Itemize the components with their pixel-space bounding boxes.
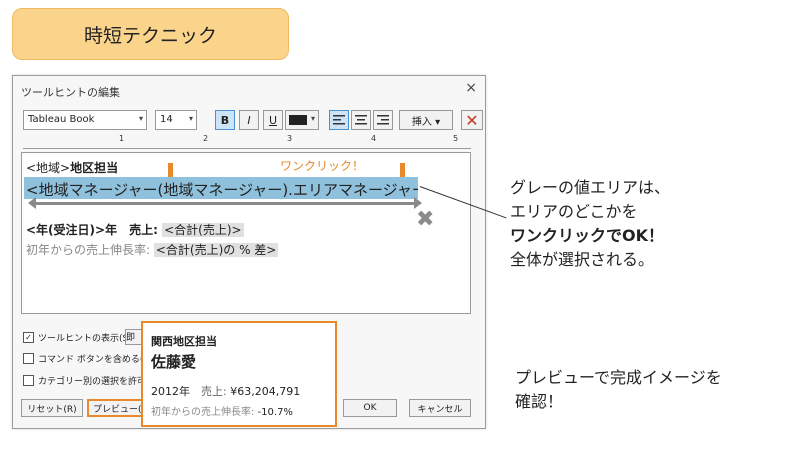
note-line: プレビューで完成イメージを [515, 368, 722, 387]
field-growth[interactable]: <合計(売上)の % 差> [153, 243, 279, 257]
ruler-number: 1 [119, 134, 125, 143]
ruler-number: 4 [371, 134, 377, 143]
font-select-value: Tableau Book [28, 114, 95, 125]
static-text: 地区担当 [70, 161, 119, 175]
reset-button[interactable]: リセット(R) [21, 399, 83, 417]
note-line: グレーの値エリアは、 [510, 178, 671, 197]
italic-button[interactable]: I [239, 110, 259, 130]
checkbox-label: カテゴリー別の選択を許可(A [38, 377, 156, 387]
allow-category-selection-checkbox[interactable]: カテゴリー別の選択を許可(A [23, 374, 156, 387]
include-command-buttons-checkbox[interactable]: コマンド ボタンを含める(I) [23, 352, 150, 365]
ruler-number: 2 [203, 134, 209, 143]
font-size-value: 14 [160, 114, 173, 125]
ruler-number: 5 [453, 134, 459, 143]
underline-button[interactable]: U [263, 110, 283, 130]
note-line: ワンクリックでOK！ [510, 226, 665, 245]
clear-icon[interactable]: ✕ [461, 110, 483, 130]
preview-sales-value: ¥63,204,791 [230, 385, 301, 398]
ok-button[interactable]: OK [343, 399, 397, 417]
checkbox[interactable]: ✓ [23, 332, 34, 343]
insert-button[interactable]: 挿入 ▾ [399, 110, 453, 130]
align-center-button[interactable] [351, 110, 371, 130]
editor-line-3: <年(受注日)>年 売上: <合計(売上)> [26, 221, 244, 238]
note-gray-area: グレーの値エリアは、 エリアのどこかを ワンクリックでOK！ 全体が選択される。 [510, 176, 670, 272]
preview-manager-name: 佐藤愛 [151, 353, 197, 371]
note-line: エリアのどこかを [510, 202, 638, 221]
font-select[interactable]: Tableau Book ▾ [23, 110, 147, 130]
preview-growth-label: 初年からの売上伸長率: [151, 407, 255, 418]
ruler: 1 2 3 4 5 [23, 134, 471, 149]
checkbox[interactable] [23, 375, 34, 386]
align-left-icon [333, 115, 345, 125]
preview-region: 関西地区担当 [151, 335, 217, 348]
chevron-down-icon: ▾ [188, 114, 193, 123]
page-title: 時短テクニック [83, 24, 217, 47]
note-preview: プレビューで完成イメージを 確認！ [515, 366, 722, 414]
checkbox[interactable] [23, 353, 34, 364]
page-title-badge: 時短テクニック [12, 8, 289, 60]
field-sales[interactable]: <合計(売上)> [162, 223, 244, 237]
align-left-button[interactable] [329, 110, 349, 130]
editor-line-1: <地域>地区担当 [26, 159, 118, 176]
tooltip-editor[interactable]: <地域>地区担当 ワンクリック！ <地域マネージャー(地域マネージャー).エリア… [21, 152, 471, 314]
show-tooltip-checkbox[interactable]: ✓ ツールヒントの表示(S) [23, 331, 132, 344]
dialog-title: ツールヒントの編集 [21, 86, 120, 99]
align-right-icon [377, 115, 389, 125]
align-center-icon [355, 115, 367, 125]
checkbox-label: コマンド ボタンを含める(I) [38, 355, 150, 365]
checkbox-label: ツールヒントの表示(S) [38, 334, 132, 344]
ruler-number: 3 [287, 134, 293, 143]
note-line: 全体が選択される。 [510, 250, 655, 269]
preview-sales-label: 売上: [201, 385, 227, 398]
color-swatch [289, 115, 307, 125]
font-color-button[interactable]: ▾ [285, 110, 319, 130]
chevron-down-icon: ▾ [310, 114, 315, 123]
field-area-manager[interactable]: <地域マネージャー(地域マネージャー).エリアマネージャー> [24, 177, 418, 199]
tooltip-preview: 関西地区担当 佐藤愛 2012年 売上: ¥63,204,791 初年からの売上… [141, 321, 337, 427]
close-icon[interactable]: × [465, 80, 477, 96]
static-text: 年 売上: [105, 223, 163, 237]
font-size-select[interactable]: 14 ▾ [155, 110, 197, 130]
chevron-down-icon: ▾ [138, 114, 143, 123]
cross-icon: ✖ [416, 207, 435, 232]
note-line: 確認！ [515, 392, 564, 411]
double-arrow-icon [28, 197, 422, 209]
preview-sales-line: 2012年 売上: ¥63,204,791 [151, 383, 300, 399]
editor-line-4: 初年からの売上伸長率: <合計(売上)の % 差> [26, 241, 279, 258]
static-text: 初年からの売上伸長率: [26, 243, 154, 257]
field-region[interactable]: <地域> [26, 161, 70, 175]
cancel-button[interactable]: キャンセル [409, 399, 471, 417]
align-right-button[interactable] [373, 110, 393, 130]
preview-growth-line: 初年からの売上伸長率: -10.7% [151, 403, 293, 418]
preview-year: 2012年 [151, 385, 190, 398]
oneclick-annotation: ワンクリック！ [280, 159, 365, 173]
preview-growth-value: -10.7% [257, 407, 293, 418]
bold-button[interactable]: B [215, 110, 235, 130]
field-year[interactable]: <年(受注日)> [26, 223, 105, 237]
